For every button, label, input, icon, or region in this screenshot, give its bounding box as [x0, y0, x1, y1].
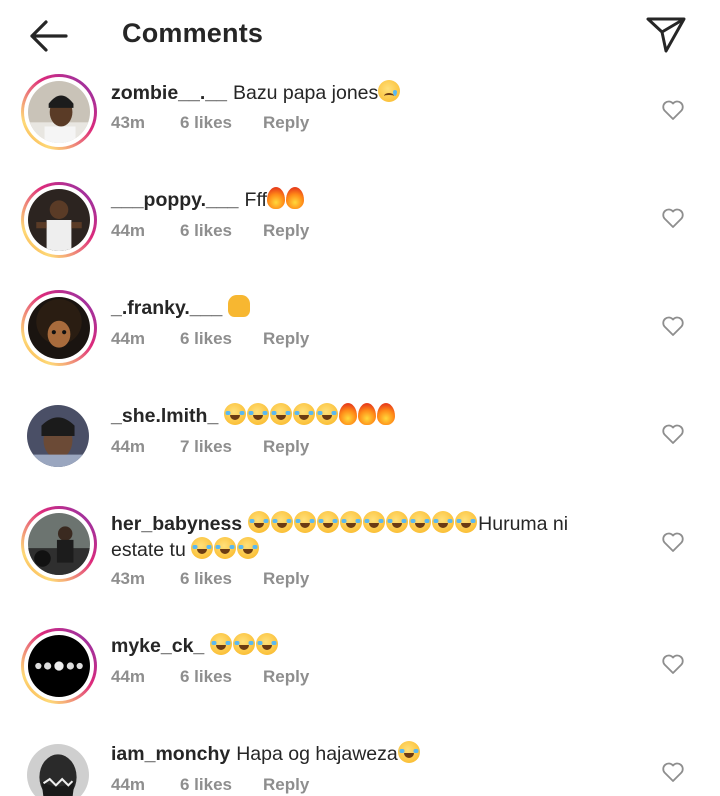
- fire-emoji-icon: [358, 403, 377, 425]
- fire-emoji-icon: [339, 403, 358, 425]
- heart-icon[interactable]: [661, 531, 685, 553]
- comment-text: zombie__.__ Bazu papa jones: [111, 80, 631, 106]
- laughing-emoji-icon: [455, 511, 478, 533]
- laughing-emoji-icon: [233, 633, 256, 655]
- heart-icon[interactable]: [661, 653, 685, 675]
- avatar-story-ring[interactable]: [21, 506, 97, 582]
- laughing-emoji-icon: [224, 403, 247, 425]
- likes-count[interactable]: 6 likes: [180, 329, 263, 349]
- likes-count[interactable]: 7 likes: [180, 437, 263, 457]
- reply-button[interactable]: Reply: [263, 437, 309, 457]
- avatar-story-ring[interactable]: [21, 290, 97, 366]
- comments-header: Comments: [0, 0, 720, 72]
- reply-button[interactable]: Reply: [263, 775, 309, 795]
- reply-button[interactable]: Reply: [263, 221, 309, 241]
- heart-icon[interactable]: [661, 207, 685, 229]
- heart-icon[interactable]: [661, 315, 685, 337]
- reply-button[interactable]: Reply: [263, 329, 309, 349]
- laughing-emoji-icon: [214, 537, 237, 559]
- laughing-emoji-icon: [271, 511, 294, 533]
- laughing-emoji-icon: [409, 511, 432, 533]
- username[interactable]: her_babyness: [111, 513, 242, 535]
- comment-body: Fff: [244, 189, 267, 211]
- comment-time: 43m: [111, 569, 146, 588]
- laughing-emoji-icon: [397, 741, 420, 763]
- comment-meta: 44m 6 likes Reply: [111, 329, 309, 349]
- username[interactable]: _.franky.___: [111, 297, 222, 319]
- comment-text: myke_ck_: [111, 633, 631, 659]
- arrow-left-icon[interactable]: [26, 16, 70, 56]
- comment-meta: 44m 6 likes Reply: [111, 221, 309, 241]
- likes-count[interactable]: 6 likes: [180, 667, 263, 687]
- laughing-emoji-icon: [340, 511, 363, 533]
- avatar: [28, 297, 90, 359]
- username[interactable]: iam_monchy: [111, 743, 230, 765]
- comment-time: 44m: [111, 329, 146, 348]
- reply-button[interactable]: Reply: [263, 569, 309, 589]
- comment-time: 44m: [111, 221, 146, 240]
- username[interactable]: ___poppy.___: [111, 189, 239, 211]
- comment-body-line2: estate tu: [111, 539, 186, 561]
- comment-time: 44m: [111, 775, 146, 794]
- comment-meta: 44m 6 likes Reply: [111, 667, 309, 687]
- comment-meta: 43m 6 likes Reply: [111, 113, 309, 133]
- comment-time: 44m: [111, 437, 146, 456]
- avatar: [28, 189, 90, 251]
- likes-count[interactable]: 6 likes: [180, 569, 263, 589]
- laughing-emoji-icon: [432, 511, 455, 533]
- laughing-emoji-icon: [237, 537, 260, 559]
- avatar[interactable]: [27, 744, 89, 796]
- comment-meta: 44m 6 likes Reply: [111, 775, 309, 795]
- likes-count[interactable]: 6 likes: [180, 113, 263, 133]
- laughing-emoji-icon: [294, 511, 317, 533]
- comment-text: ___poppy.___ Fff: [111, 187, 631, 213]
- avatar-story-ring[interactable]: [21, 182, 97, 258]
- paper-plane-icon[interactable]: [644, 12, 688, 56]
- sad-emoji-icon: [378, 80, 401, 102]
- comment-text: her_babyness Huruma ni estate tu: [111, 511, 631, 563]
- comment-meta: 43m 6 likes Reply: [111, 569, 309, 589]
- comment-body: Hapa og hajaweza: [236, 743, 398, 765]
- heart-icon[interactable]: [661, 99, 685, 121]
- page-title: Comments: [122, 18, 264, 48]
- laughing-emoji-icon: [210, 633, 233, 655]
- comment-text: _.franky.___: [111, 295, 631, 321]
- reply-button[interactable]: Reply: [263, 667, 309, 687]
- comment-time: 44m: [111, 667, 146, 686]
- comment-text: _she.lmith_: [111, 403, 631, 429]
- heart-icon[interactable]: [661, 423, 685, 445]
- avatar-story-ring[interactable]: [21, 74, 97, 150]
- laughing-emoji-icon: [248, 511, 271, 533]
- laughing-emoji-icon: [386, 511, 409, 533]
- avatar[interactable]: [27, 405, 89, 467]
- laughing-emoji-icon: [317, 511, 340, 533]
- username[interactable]: zombie__.__: [111, 82, 227, 104]
- username[interactable]: myke_ck_: [111, 635, 204, 657]
- laughing-emoji-icon: [293, 403, 316, 425]
- laughing-emoji-icon: [191, 537, 214, 559]
- comment-body: Bazu papa jones: [232, 82, 379, 104]
- avatar: [28, 81, 90, 143]
- avatar: [28, 513, 90, 575]
- comment-body: Huruma ni: [478, 513, 569, 535]
- comment-time: 43m: [111, 113, 146, 132]
- fire-emoji-icon: [266, 187, 285, 209]
- laughing-emoji-icon: [270, 403, 293, 425]
- comment-meta: 44m 7 likes Reply: [111, 437, 309, 457]
- laughing-emoji-icon: [247, 403, 270, 425]
- reply-button[interactable]: Reply: [263, 113, 309, 133]
- likes-count[interactable]: 6 likes: [180, 775, 263, 795]
- laughing-emoji-icon: [363, 511, 386, 533]
- username[interactable]: _she.lmith_: [111, 405, 218, 427]
- comment-text: iam_monchy Hapa og hajaweza: [111, 741, 631, 767]
- laughing-emoji-icon: [316, 403, 339, 425]
- fire-emoji-icon: [377, 403, 396, 425]
- likes-count[interactable]: 6 likes: [180, 221, 263, 241]
- fire-emoji-icon: [285, 187, 304, 209]
- avatar: [28, 635, 90, 697]
- heart-icon[interactable]: [661, 761, 685, 783]
- laughing-emoji-icon: [256, 633, 279, 655]
- raising-hands-emoji-icon: [228, 295, 251, 317]
- avatar-story-ring[interactable]: [21, 628, 97, 704]
